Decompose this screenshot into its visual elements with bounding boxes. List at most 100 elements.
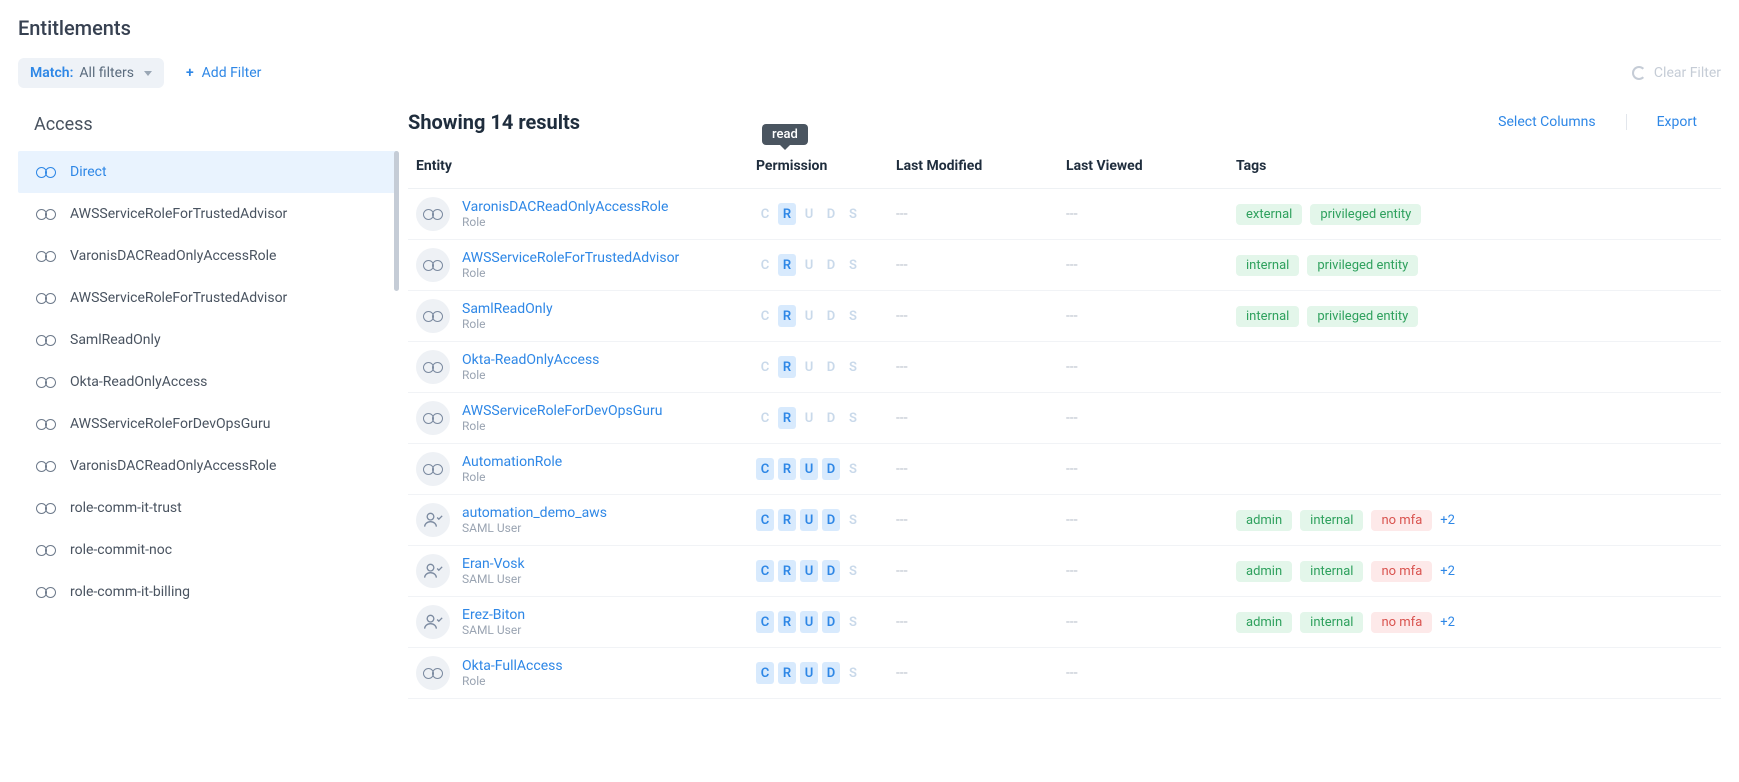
- entity-name[interactable]: AWSServiceRoleForTrustedAdvisor: [462, 250, 679, 267]
- tag[interactable]: admin: [1236, 510, 1292, 531]
- tag[interactable]: no mfa: [1371, 510, 1432, 531]
- table-row[interactable]: VaronisDACReadOnlyAccessRoleRoleCRUDS---…: [408, 189, 1721, 240]
- sidebar-item[interactable]: SamlReadOnly: [18, 319, 398, 361]
- perm-r: R: [778, 254, 796, 276]
- sidebar-item[interactable]: AWSServiceRoleForTrustedAdvisor: [18, 193, 398, 235]
- sidebar-item[interactable]: AWSServiceRoleForDevOpsGuru: [18, 403, 398, 445]
- tag[interactable]: internal: [1236, 255, 1299, 276]
- table-row[interactable]: Eran-VoskSAML UserCRUDS------adminintern…: [408, 546, 1721, 597]
- table-row[interactable]: SamlReadOnlyRoleCRUDS------internalprivi…: [408, 291, 1721, 342]
- col-entity[interactable]: Entity: [416, 158, 756, 174]
- role-avatar-icon: [416, 299, 450, 333]
- entity-name[interactable]: AutomationRole: [462, 454, 562, 471]
- match-filter-dropdown[interactable]: Match: All filters: [18, 58, 164, 88]
- more-tags[interactable]: +2: [1440, 615, 1455, 630]
- more-tags[interactable]: +2: [1440, 564, 1455, 579]
- perm-d: D: [822, 305, 840, 327]
- table-row[interactable]: Okta-ReadOnlyAccessRoleCRUDS------: [408, 342, 1721, 393]
- col-tags[interactable]: Tags: [1236, 158, 1713, 174]
- role-icon: [423, 361, 443, 373]
- table-row[interactable]: Erez-BitonSAML UserCRUDS------admininter…: [408, 597, 1721, 648]
- col-permission[interactable]: read Permission: [756, 158, 896, 174]
- sidebar-item[interactable]: VaronisDACReadOnlyAccessRole: [18, 235, 398, 277]
- tag[interactable]: external: [1236, 204, 1302, 225]
- perm-r: R: [778, 356, 796, 378]
- add-filter-button[interactable]: + Add Filter: [186, 65, 261, 81]
- last-modified: ---: [896, 665, 1066, 681]
- role-icon: [423, 463, 443, 475]
- col-last-modified[interactable]: Last Modified: [896, 158, 1066, 174]
- col-last-viewed[interactable]: Last Viewed: [1066, 158, 1236, 174]
- role-icon: [36, 544, 56, 556]
- entity-name[interactable]: VaronisDACReadOnlyAccessRole: [462, 199, 668, 216]
- sidebar-item[interactable]: Okta-ReadOnlyAccess: [18, 361, 398, 403]
- tag[interactable]: admin: [1236, 561, 1292, 582]
- role-icon: [36, 418, 56, 430]
- tag[interactable]: internal: [1300, 561, 1363, 582]
- sidebar-item[interactable]: VaronisDACReadOnlyAccessRole: [18, 445, 398, 487]
- sidebar-item[interactable]: role-comm-it-billing: [18, 571, 398, 613]
- user-icon: [423, 510, 443, 530]
- role-avatar-icon: [416, 197, 450, 231]
- perm-s: S: [844, 203, 862, 225]
- role-icon: [423, 412, 443, 424]
- entity-name[interactable]: Eran-Vosk: [462, 556, 525, 573]
- entity-name[interactable]: Okta-ReadOnlyAccess: [462, 352, 599, 369]
- entity-name[interactable]: AWSServiceRoleForDevOpsGuru: [462, 403, 662, 420]
- select-columns-button[interactable]: Select Columns: [1498, 114, 1595, 130]
- entity-name[interactable]: Okta-FullAccess: [462, 658, 563, 675]
- role-avatar-icon: [416, 656, 450, 690]
- last-viewed: ---: [1066, 512, 1236, 528]
- sidebar-item-label: AWSServiceRoleForTrustedAdvisor: [70, 290, 287, 306]
- table-row[interactable]: AutomationRoleRoleCRUDS------: [408, 444, 1721, 495]
- tag[interactable]: admin: [1236, 612, 1292, 633]
- sidebar-list: DirectAWSServiceRoleForTrustedAdvisorVar…: [18, 151, 398, 613]
- last-viewed: ---: [1066, 206, 1236, 222]
- tag[interactable]: internal: [1300, 612, 1363, 633]
- perm-d: D: [822, 560, 840, 582]
- perm-s: S: [844, 662, 862, 684]
- role-icon: [36, 586, 56, 598]
- permission-badges: CRUDS: [756, 611, 896, 633]
- sidebar-item[interactable]: role-commit-noc: [18, 529, 398, 571]
- perm-c: C: [756, 356, 774, 378]
- role-icon: [423, 259, 443, 271]
- role-icon: [36, 250, 56, 262]
- tag[interactable]: privileged entity: [1307, 306, 1418, 327]
- tag[interactable]: internal: [1300, 510, 1363, 531]
- entity-name[interactable]: automation_demo_aws: [462, 505, 607, 522]
- perm-d: D: [822, 611, 840, 633]
- tag[interactable]: no mfa: [1371, 561, 1432, 582]
- entity-subtype: Role: [462, 317, 553, 331]
- perm-d: D: [822, 662, 840, 684]
- perm-r: R: [778, 305, 796, 327]
- page-title: Entitlements: [18, 16, 1721, 40]
- more-tags[interactable]: +2: [1440, 513, 1455, 528]
- perm-s: S: [844, 560, 862, 582]
- tag[interactable]: internal: [1236, 306, 1299, 327]
- sidebar-item[interactable]: AWSServiceRoleForTrustedAdvisor: [18, 277, 398, 319]
- entity-name[interactable]: SamlReadOnly: [462, 301, 553, 318]
- sidebar-item[interactable]: Direct: [18, 151, 398, 193]
- perm-u: U: [800, 203, 818, 225]
- sidebar-item-label: Direct: [70, 164, 107, 180]
- entity-subtype: Role: [462, 368, 599, 382]
- tag[interactable]: privileged entity: [1310, 204, 1421, 225]
- table-row[interactable]: automation_demo_awsSAML UserCRUDS------a…: [408, 495, 1721, 546]
- chevron-down-icon: [144, 71, 152, 76]
- permission-badges: CRUDS: [756, 356, 896, 378]
- filter-bar: Match: All filters + Add Filter Clear Fi…: [18, 58, 1721, 88]
- table-row[interactable]: Okta-FullAccessRoleCRUDS------: [408, 648, 1721, 699]
- entity-subtype: SAML User: [462, 521, 607, 535]
- table-row[interactable]: AWSServiceRoleForTrustedAdvisorRoleCRUDS…: [408, 240, 1721, 291]
- permission-badges: CRUDS: [756, 254, 896, 276]
- export-button[interactable]: Export: [1657, 114, 1697, 130]
- tag[interactable]: privileged entity: [1307, 255, 1418, 276]
- tag[interactable]: no mfa: [1371, 612, 1432, 633]
- sidebar-item[interactable]: role-comm-it-trust: [18, 487, 398, 529]
- entity-name[interactable]: Erez-Biton: [462, 607, 525, 624]
- role-icon: [36, 376, 56, 388]
- table-row[interactable]: AWSServiceRoleForDevOpsGuruRoleCRUDS----…: [408, 393, 1721, 444]
- table-header: Entity read Permission Last Modified Las…: [408, 158, 1721, 189]
- perm-u: U: [800, 254, 818, 276]
